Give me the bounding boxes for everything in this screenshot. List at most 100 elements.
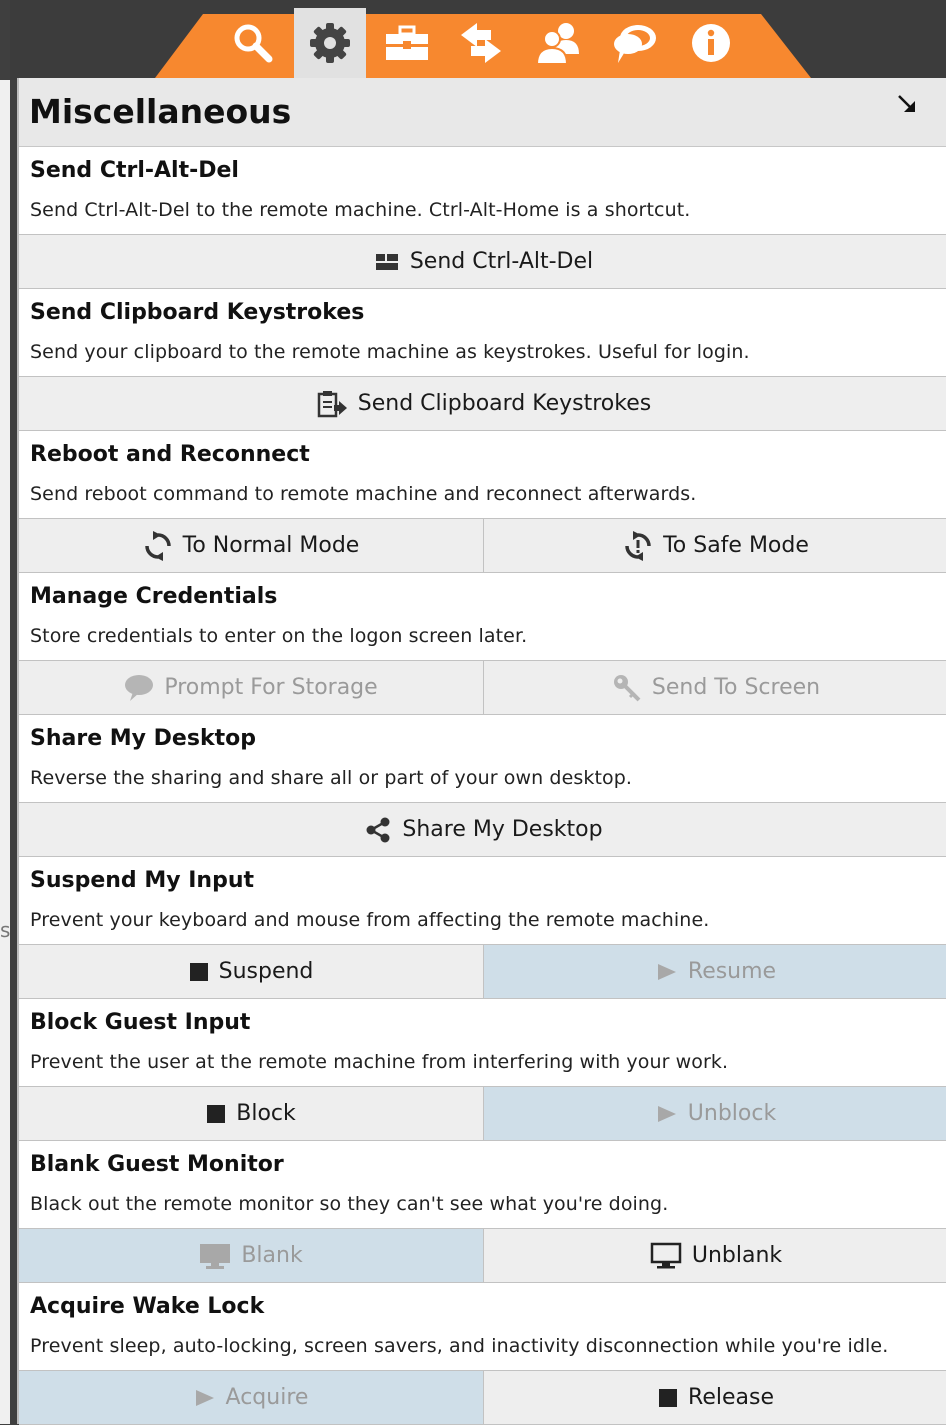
safe-reboot-icon xyxy=(625,530,651,561)
button-row: Suspend Resume xyxy=(19,944,946,999)
section-description: Prevent your keyboard and mouse from aff… xyxy=(30,909,710,931)
button-row: Share My Desktop xyxy=(19,802,946,857)
button-label: To Safe Mode xyxy=(663,533,809,558)
button-label: Send Clipboard Keystrokes xyxy=(357,391,652,416)
section-title: Suspend My Input xyxy=(30,868,255,893)
section-title: Share My Desktop xyxy=(30,726,256,751)
tab-info[interactable] xyxy=(675,8,747,78)
tab-toolbox[interactable] xyxy=(371,8,443,78)
button-label: Unblock xyxy=(687,1101,777,1126)
send-clipboard-keystrokes-button[interactable]: Send Clipboard Keystrokes xyxy=(19,377,946,430)
chat-icon xyxy=(614,25,656,63)
section-title: Send Ctrl-Alt-Del xyxy=(30,158,239,183)
button-label: Share My Desktop xyxy=(402,817,603,842)
panel-title: Miscellaneous xyxy=(29,92,292,131)
button-row: Blank Unblank xyxy=(19,1228,946,1283)
clipboard-send-icon xyxy=(317,390,347,417)
blank-button[interactable]: Blank xyxy=(19,1229,483,1282)
keyboard-keys-icon xyxy=(375,253,398,270)
popout-button[interactable] xyxy=(896,93,918,119)
section-description: Prevent the user at the remote machine f… xyxy=(30,1051,729,1073)
left-window-edge xyxy=(0,0,10,1424)
button-label: To Normal Mode xyxy=(182,533,360,558)
button-label: Block xyxy=(236,1101,296,1126)
stop-icon xyxy=(659,1388,678,1407)
users-icon xyxy=(535,23,579,65)
section-reboot-and-reconnect: Reboot and Reconnect Send reboot command… xyxy=(19,430,946,573)
acquire-button[interactable]: Acquire xyxy=(19,1371,483,1424)
reboot-safe-mode-button[interactable]: To Safe Mode xyxy=(483,519,946,572)
toolbar xyxy=(155,0,811,78)
share-icon xyxy=(366,817,390,842)
section-suspend-my-input: Suspend My Input Prevent your keyboard a… xyxy=(19,856,946,999)
section-title: Send Clipboard Keystrokes xyxy=(30,300,365,325)
share-my-desktop-button[interactable]: Share My Desktop xyxy=(19,803,946,856)
key-icon xyxy=(613,674,641,701)
speech-bubble-icon xyxy=(125,674,154,701)
settings-panel: Miscellaneous Send Ctrl-Alt-Del Send Ctr… xyxy=(17,78,946,1425)
button-label: Prompt For Storage xyxy=(164,675,378,700)
button-label: Unblank xyxy=(691,1243,783,1268)
block-button[interactable]: Block xyxy=(19,1087,483,1140)
unblock-button[interactable]: Unblock xyxy=(483,1087,946,1140)
play-icon xyxy=(657,963,676,980)
tab-file-transfer[interactable] xyxy=(445,8,517,78)
section-blank-guest-monitor: Blank Guest Monitor Black out the remote… xyxy=(19,1140,946,1283)
section-title: Manage Credentials xyxy=(30,584,278,609)
toolbox-icon xyxy=(386,25,428,60)
section-description: Store credentials to enter on the logon … xyxy=(30,625,528,647)
section-description: Prevent sleep, auto-locking, screen save… xyxy=(30,1335,889,1357)
button-row: Acquire Release xyxy=(19,1370,946,1425)
play-icon xyxy=(195,1389,214,1406)
button-row: Prompt For Storage Send To Screen xyxy=(19,660,946,715)
button-label: Release xyxy=(688,1385,774,1410)
stop-icon xyxy=(207,1104,226,1123)
button-row: Send Ctrl-Alt-Del xyxy=(19,234,946,289)
send-to-screen-button[interactable]: Send To Screen xyxy=(483,661,946,714)
play-icon xyxy=(657,1105,676,1122)
section-description: Reverse the sharing and share all or par… xyxy=(30,767,633,789)
button-label: Send Ctrl-Alt-Del xyxy=(409,249,594,274)
button-label: Blank xyxy=(241,1243,303,1268)
prompt-for-storage-button[interactable]: Prompt For Storage xyxy=(19,661,483,714)
section-description: Send Ctrl-Alt-Del to the remote machine.… xyxy=(30,199,691,221)
button-row: Send Clipboard Keystrokes xyxy=(19,376,946,431)
tab-chat[interactable] xyxy=(599,8,671,78)
section-share-my-desktop: Share My Desktop Reverse the sharing and… xyxy=(19,714,946,857)
tab-settings[interactable] xyxy=(294,8,366,78)
button-label: Resume xyxy=(687,959,777,984)
section-acquire-wake-lock: Acquire Wake Lock Prevent sleep, auto-lo… xyxy=(19,1282,946,1425)
transfer-arrows-icon xyxy=(461,23,501,63)
unblank-button[interactable]: Unblank xyxy=(483,1229,946,1282)
search-icon xyxy=(234,24,273,63)
resume-button[interactable]: Resume xyxy=(483,945,946,998)
section-title: Acquire Wake Lock xyxy=(30,1294,265,1319)
monitor-icon xyxy=(200,1243,231,1269)
section-description: Black out the remote monitor so they can… xyxy=(30,1193,669,1215)
gear-icon xyxy=(310,23,350,63)
button-row: To Normal Mode To Safe Mode xyxy=(19,518,946,573)
section-send-ctrl-alt-del: Send Ctrl-Alt-Del Send Ctrl-Alt-Del to t… xyxy=(19,146,946,289)
button-row: Block Unblock xyxy=(19,1086,946,1141)
button-label: Send To Screen xyxy=(651,675,821,700)
info-icon xyxy=(692,24,730,62)
tab-search[interactable] xyxy=(217,8,289,78)
edge-clipped-glyph: s xyxy=(0,918,11,942)
tab-users[interactable] xyxy=(523,8,595,78)
release-button[interactable]: Release xyxy=(483,1371,946,1424)
reboot-normal-mode-button[interactable]: To Normal Mode xyxy=(19,519,483,572)
section-send-clipboard-keystrokes: Send Clipboard Keystrokes Send your clip… xyxy=(19,288,946,431)
send-ctrl-alt-del-button[interactable]: Send Ctrl-Alt-Del xyxy=(19,235,946,288)
arrow-down-right-icon xyxy=(898,95,915,112)
button-label: Suspend xyxy=(218,959,314,984)
stop-icon xyxy=(189,962,208,981)
section-title: Reboot and Reconnect xyxy=(30,442,310,467)
panel-header: Miscellaneous xyxy=(19,78,946,147)
section-title: Blank Guest Monitor xyxy=(30,1152,284,1177)
monitor-outline-icon xyxy=(650,1242,682,1268)
section-description: Send reboot command to remote machine an… xyxy=(30,483,697,505)
section-title: Block Guest Input xyxy=(30,1010,251,1035)
reboot-icon xyxy=(144,530,171,561)
section-block-guest-input: Block Guest Input Prevent the user at th… xyxy=(19,998,946,1141)
suspend-button[interactable]: Suspend xyxy=(19,945,483,998)
